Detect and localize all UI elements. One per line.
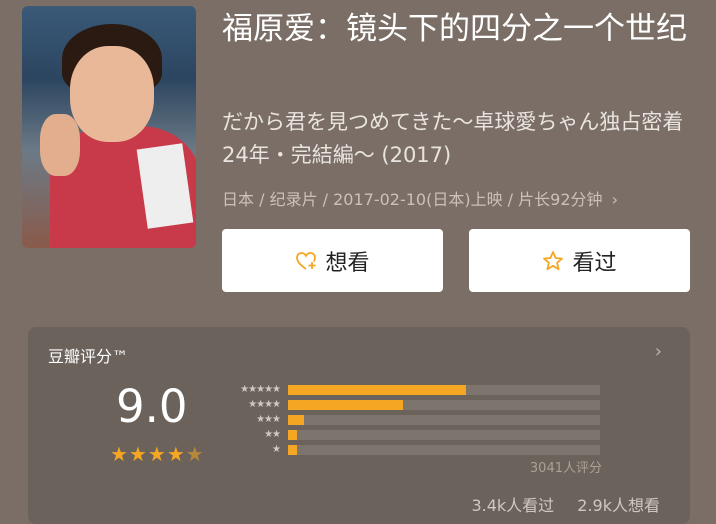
- poster-figure-face: [70, 46, 154, 142]
- rating-bar-stars: ★★★: [256, 414, 281, 425]
- rating-bar-track: [288, 415, 600, 425]
- want-to-watch-button[interactable]: 想看: [222, 229, 443, 292]
- movie-meta-text: 日本 / 纪录片 / 2017-02-10(日本)上映 / 片长92分钟: [222, 190, 603, 209]
- rating-bar-row: ★★★: [218, 414, 600, 426]
- rating-bar-fill: [288, 445, 297, 455]
- rating-bar-fill: [288, 430, 297, 440]
- star-filled-icon: ★: [128, 442, 148, 466]
- star-filled-icon: ★: [166, 442, 186, 466]
- star-filled-icon: ★: [147, 442, 167, 466]
- rating-bar-row: ★: [218, 444, 600, 456]
- rating-stars: ★★★★★: [110, 442, 205, 466]
- watched-count: 3.4k人看过: [471, 496, 555, 515]
- movie-poster[interactable]: [22, 6, 196, 248]
- star-outline-icon: [542, 250, 564, 272]
- rating-bar-stars: ★: [272, 444, 281, 455]
- star-filled-icon: ★: [110, 442, 129, 466]
- wish-count: 2.9k人想看: [577, 496, 660, 515]
- rating-bar-fill: [288, 385, 466, 395]
- rating-bar-track: [288, 400, 600, 410]
- poster-thumbs-up: [40, 114, 80, 176]
- rating-bar-track: [288, 430, 600, 440]
- heart-plus-icon: [295, 250, 317, 272]
- rating-votes: 3041人评分: [529, 461, 602, 476]
- rating-bar-row: ★★★★: [218, 399, 600, 411]
- rating-bar-fill: [288, 400, 403, 410]
- rating-bar-track: [288, 385, 600, 395]
- rating-bar-row: ★★★★★: [218, 384, 600, 396]
- chevron-right-icon: ›: [611, 190, 619, 209]
- chevron-right-icon: ›: [654, 341, 662, 362]
- rating-distribution: ★★★★★ ★★★★ ★★★ ★★ ★: [218, 384, 600, 459]
- watched-button[interactable]: 看过: [469, 229, 690, 292]
- star-half-icon: ★: [185, 442, 205, 466]
- rating-card[interactable]: 豆瓣评分™ › 9.0 ★★★★★ ★★★★★ ★★★★ ★★★ ★★ ★ 3041人评…: [28, 327, 690, 524]
- want-to-watch-label: 想看: [325, 250, 370, 276]
- rating-bar-stars: ★★: [264, 429, 281, 440]
- rating-score: 9.0: [116, 380, 188, 433]
- rating-bar-fill: [288, 415, 304, 425]
- movie-meta[interactable]: 日本 / 纪录片 / 2017-02-10(日本)上映 / 片长92分钟 ›: [222, 189, 692, 211]
- rating-title: 豆瓣评分™: [48, 347, 129, 366]
- rating-bar-stars: ★★★★★: [240, 384, 281, 395]
- rating-bar-track: [288, 445, 600, 455]
- rating-bar-stars: ★★★★: [248, 399, 281, 410]
- rating-bar-row: ★★: [218, 429, 600, 441]
- movie-original-title: だから君を見つめてきた～卓球愛ちゃん独占密着24年・完結編～ (2017): [222, 110, 684, 167]
- movie-title: 福原爱：镜头下的四分之一个世纪: [222, 11, 687, 47]
- watch-stats: 3.4k人看过 2.9k人想看: [471, 492, 660, 516]
- watched-label: 看过: [572, 250, 617, 276]
